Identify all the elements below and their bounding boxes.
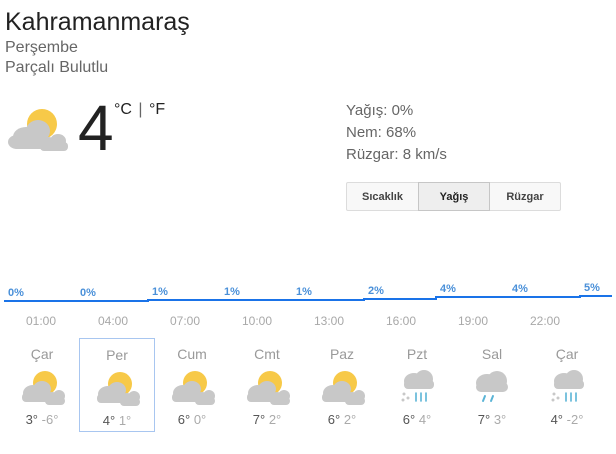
forecast-day-2[interactable]: Cum 6° 0°	[154, 338, 230, 432]
precipitation-label: 2%	[368, 285, 384, 297]
forecast-day-4[interactable]: Paz 6° 2°	[304, 338, 380, 432]
forecast-low: 2°	[268, 412, 282, 427]
forecast-high: 4°	[102, 413, 116, 428]
partly-cloudy-icon	[242, 367, 292, 407]
humidity-value: Nem: 68%	[346, 124, 417, 141]
forecast-high: 7°	[477, 412, 491, 427]
forecast-day-3[interactable]: Cmt 7° 2°	[229, 338, 305, 432]
forecast-day-name: Per	[106, 347, 128, 363]
precipitation-label: 0%	[8, 287, 24, 299]
precipitation-label: 5%	[584, 282, 600, 294]
weather-day: Perşembe	[5, 39, 78, 56]
forecast-temps: 3° -6°	[4, 412, 80, 427]
current-temperature: 4	[78, 92, 114, 164]
forecast-day-name: Pzt	[406, 346, 428, 362]
tab-precipitation[interactable]: Yağış	[418, 182, 490, 211]
snow-rain-icon	[392, 367, 442, 407]
precipitation-label: 4%	[440, 283, 456, 295]
forecast-temps: 6° 0°	[154, 412, 230, 427]
precipitation-label: 1%	[224, 286, 240, 298]
partly-cloudy-icon	[167, 367, 217, 407]
forecast-day-7[interactable]: Çar 4° -2°	[529, 338, 605, 432]
snow-rain-icon	[542, 367, 592, 407]
time-label: 19:00	[457, 314, 489, 328]
forecast-day-name: Sal	[481, 346, 503, 362]
time-label: 10:00	[241, 314, 273, 328]
daily-forecast: Çar 3° -6° Per 4° 1° Cum 6° 0° Cmt 7° 2° Paz 6° 2…	[0, 338, 616, 432]
city-name: Kahramanmaraş	[5, 8, 190, 36]
wind-value: Rüzgar: 8 km/s	[346, 146, 447, 163]
forecast-day-5[interactable]: Pzt 6° 4°	[379, 338, 455, 432]
forecast-high: 7°	[252, 412, 266, 427]
precipitation-label: 0%	[80, 287, 96, 299]
time-label: 22:00	[529, 314, 561, 328]
forecast-low: -6°	[41, 412, 59, 427]
time-label: 07:00	[169, 314, 201, 328]
precipitation-chart: 0% 0% 1% 1% 1% 2% 4% 4% 5%	[0, 280, 616, 310]
forecast-high: 4°	[550, 412, 564, 427]
forecast-high: 6°	[177, 412, 191, 427]
unit-toggle: °C | °F	[114, 101, 165, 119]
chart-mode-tabs: Sıcaklık Yağış Rüzgar	[346, 182, 561, 211]
forecast-day-0[interactable]: Çar 3° -6°	[4, 338, 80, 432]
unit-separator: |	[138, 101, 143, 118]
forecast-low: 0°	[193, 412, 207, 427]
rain-icon	[467, 367, 517, 407]
tab-temperature[interactable]: Sıcaklık	[346, 182, 419, 211]
precipitation-label: 4%	[512, 283, 528, 295]
forecast-day-name: Cmt	[254, 346, 280, 362]
forecast-temps: 4° -2°	[529, 412, 605, 427]
forecast-day-name: Çar	[555, 346, 579, 362]
forecast-low: 2°	[343, 412, 357, 427]
forecast-day-name: Çar	[30, 346, 54, 362]
partly-cloudy-icon	[92, 368, 142, 408]
forecast-low: 4°	[418, 412, 432, 427]
forecast-temps: 6° 4°	[379, 412, 455, 427]
forecast-temps: 6° 2°	[304, 412, 380, 427]
forecast-day-name: Cum	[177, 346, 207, 362]
precipitation-value: Yağış: 0%	[346, 102, 414, 119]
precipitation-label: 1%	[296, 286, 312, 298]
forecast-temps: 7° 3°	[454, 412, 530, 427]
celsius-link[interactable]: °C	[114, 101, 132, 118]
forecast-low: 1°	[118, 413, 132, 428]
forecast-temps: 7° 2°	[229, 412, 305, 427]
precipitation-label: 1%	[152, 286, 168, 298]
forecast-temps: 4° 1°	[80, 413, 154, 428]
partly-cloudy-icon	[17, 367, 67, 407]
forecast-high: 6°	[402, 412, 416, 427]
tab-wind[interactable]: Rüzgar	[489, 182, 561, 211]
forecast-day-1[interactable]: Per 4° 1°	[79, 338, 155, 432]
time-axis: 01:00 04:00 07:00 10:00 13:00 16:00 19:00 22:00	[0, 314, 616, 330]
partly-cloudy-icon	[317, 367, 367, 407]
forecast-day-name: Paz	[329, 346, 355, 362]
fahrenheit-link[interactable]: °F	[149, 101, 165, 118]
weather-details: Yağış: 0% Nem: 68% Rüzgar: 8 km/s	[346, 100, 447, 166]
time-label: 01:00	[25, 314, 57, 328]
time-label: 16:00	[385, 314, 417, 328]
forecast-high: 6°	[327, 412, 341, 427]
forecast-low: 3°	[493, 412, 507, 427]
forecast-low: -2°	[566, 412, 584, 427]
time-label: 13:00	[313, 314, 345, 328]
time-label: 04:00	[97, 314, 129, 328]
forecast-day-6[interactable]: Sal 7° 3°	[454, 338, 530, 432]
partly-cloudy-icon	[6, 104, 70, 156]
weather-condition: Parçalı Bulutlu	[5, 59, 109, 76]
forecast-high: 3°	[25, 412, 39, 427]
